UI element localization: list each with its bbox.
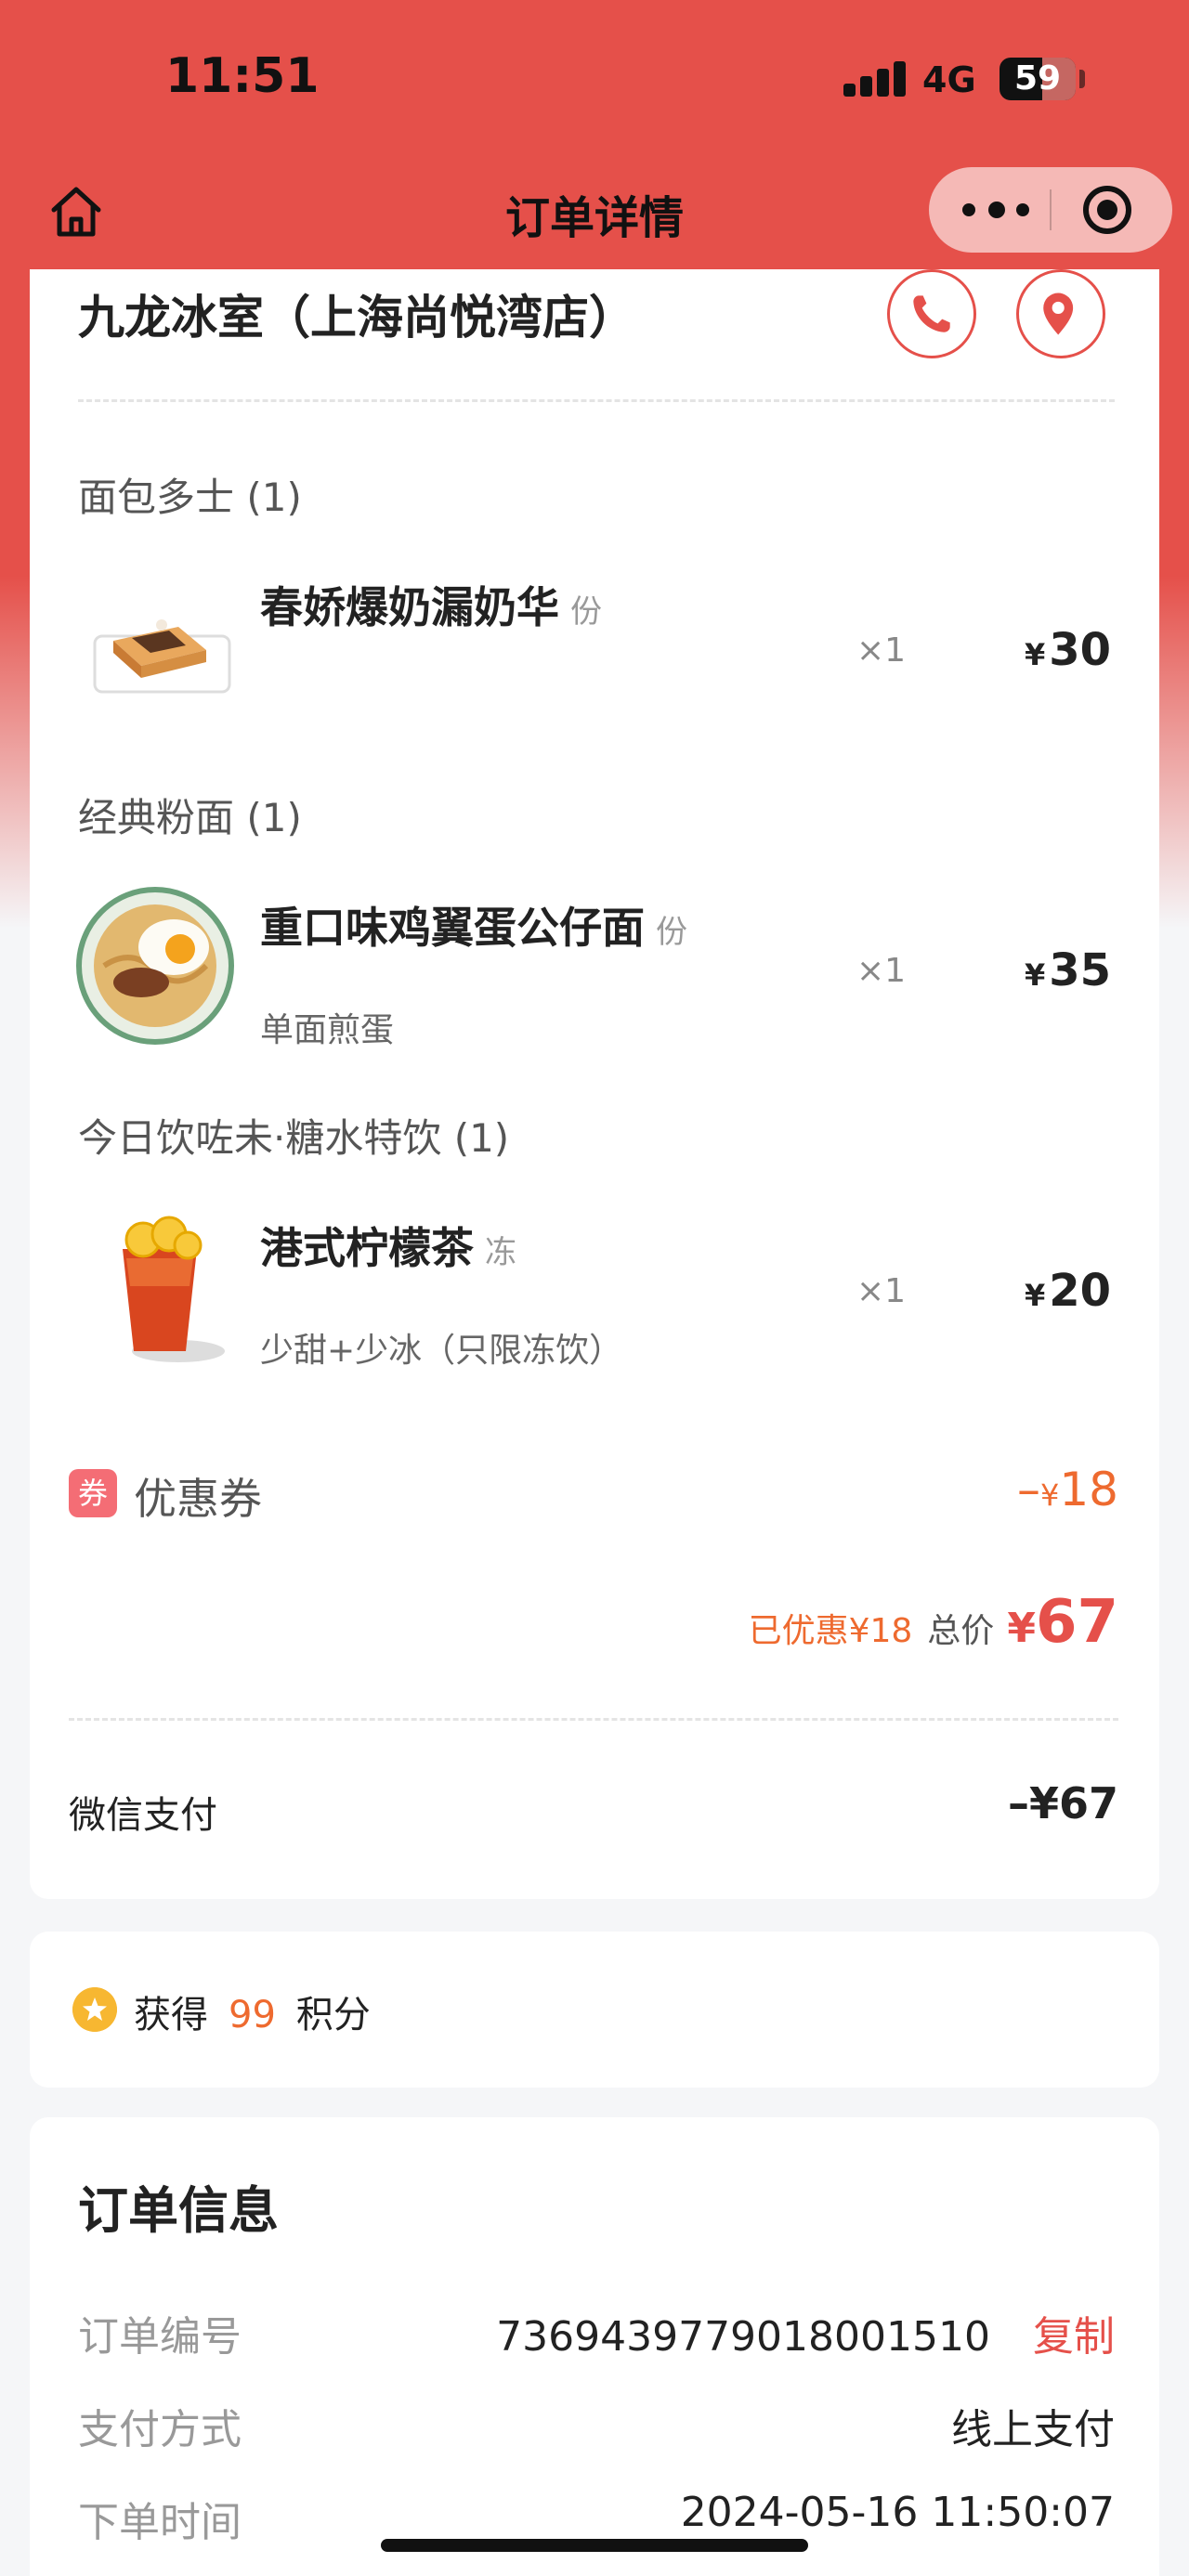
mini-program-capsule bbox=[929, 167, 1172, 253]
item-name: 春娇爆奶漏奶华份 bbox=[260, 582, 602, 632]
item-quantity: ×1 bbox=[856, 631, 907, 670]
item-name: 重口味鸡翼蛋公仔面份 bbox=[260, 903, 687, 953]
item-quantity: ×1 bbox=[856, 1272, 907, 1310]
capsule-divider bbox=[1050, 189, 1052, 230]
order-time-label: 下单时间 bbox=[78, 2499, 242, 2546]
close-target-icon[interactable] bbox=[1083, 186, 1131, 234]
status-bar: 11:51 4G 59 bbox=[0, 0, 1189, 163]
store-name[interactable]: 九龙冰室（上海尚悦湾店） bbox=[78, 280, 635, 347]
status-time: 11:51 bbox=[165, 48, 320, 104]
category-title: 今日饮咗未·糖水特饮 (1) bbox=[78, 1115, 510, 1161]
network-type: 4G bbox=[922, 59, 976, 100]
order-items-card: 九龙冰室（上海尚悦湾店） 面包多士 (1) 春娇爆奶漏奶华份 ×1 ¥30 经典… bbox=[30, 269, 1159, 1899]
category-title: 面包多士 (1) bbox=[78, 475, 302, 520]
order-info-title: 订单信息 bbox=[78, 2181, 279, 2240]
total-price: ¥67 bbox=[1007, 1588, 1118, 1657]
points-earned: 获得 99 积分 bbox=[134, 1994, 371, 2036]
points-card: 获得 99 积分 bbox=[30, 1932, 1159, 2088]
saved-amount: 已优惠¥18 bbox=[748, 1612, 913, 1650]
order-number-label: 订单编号 bbox=[78, 2313, 242, 2361]
payment-method-label: 微信支付 bbox=[69, 1794, 217, 1837]
item-price: ¥35 bbox=[1024, 944, 1111, 996]
item-spec: 单面煎蛋 bbox=[260, 1011, 395, 1049]
dashed-divider bbox=[78, 399, 1115, 402]
home-indicator bbox=[381, 2539, 808, 2552]
signal-icon bbox=[843, 61, 907, 97]
battery-icon: 59 bbox=[1000, 58, 1076, 100]
item-spec: 少甜+少冰（只限冻饮） bbox=[260, 1332, 623, 1370]
item-unit: 冻 bbox=[485, 1234, 516, 1271]
item-name: 港式柠檬茶冻 bbox=[260, 1223, 516, 1273]
item-quantity: ×1 bbox=[856, 952, 907, 990]
points-star-icon bbox=[72, 1987, 117, 2032]
phone-icon bbox=[913, 295, 950, 332]
copy-button[interactable]: 复制 bbox=[1033, 2313, 1115, 2361]
more-dots-icon[interactable] bbox=[962, 167, 1040, 253]
order-time-value: 2024-05-16 11:50:07 bbox=[680, 2489, 1115, 2536]
battery-tip bbox=[1079, 70, 1085, 88]
coupon-amount: –¥18 bbox=[1017, 1463, 1118, 1516]
order-number-value: 7369439779018001510 复制 bbox=[496, 2313, 1115, 2361]
store-location-button[interactable] bbox=[1016, 269, 1105, 358]
payment-type-label: 支付方式 bbox=[78, 2406, 242, 2453]
total-label: 总价 bbox=[927, 1612, 995, 1650]
coupon-icon: 券 bbox=[69, 1469, 117, 1517]
order-info-card: 订单信息 订单编号 7369439779018001510 复制 支付方式 线上支… bbox=[30, 2117, 1159, 2576]
coupon-label: 优惠券 bbox=[134, 1474, 262, 1524]
points-value: 99 bbox=[229, 1994, 276, 2036]
item-price: ¥20 bbox=[1024, 1265, 1111, 1317]
payment-type-value: 线上支付 bbox=[951, 2406, 1115, 2453]
item-image-french-toast bbox=[93, 619, 231, 694]
battery-level: 59 bbox=[1013, 59, 1062, 98]
item-image-lemon-tea bbox=[123, 1216, 225, 1362]
location-icon bbox=[1043, 293, 1074, 335]
category-title: 经典粉面 (1) bbox=[78, 795, 302, 840]
item-price: ¥30 bbox=[1024, 624, 1111, 676]
payment-amount: –¥67 bbox=[1007, 1778, 1118, 1828]
order-total: 已优惠¥18 总价 ¥67 bbox=[749, 1588, 1118, 1657]
item-image-noodle-bowl bbox=[76, 887, 234, 1045]
item-unit: 份 bbox=[570, 593, 602, 631]
dashed-divider bbox=[69, 1718, 1118, 1721]
item-unit: 份 bbox=[656, 914, 687, 951]
call-store-button[interactable] bbox=[887, 269, 976, 358]
